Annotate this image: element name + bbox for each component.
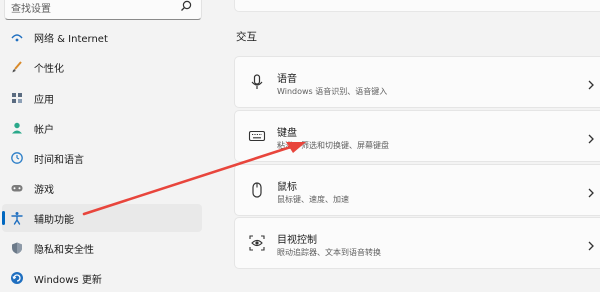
sidebar-item-network[interactable]: 网络 & Internet xyxy=(2,23,202,51)
globe-clock-icon xyxy=(10,151,24,165)
update-icon xyxy=(10,271,24,285)
sidebar-item-label: 隐私和安全性 xyxy=(34,244,94,256)
microphone-icon xyxy=(248,73,266,91)
sidebar-item-apps[interactable]: 应用 xyxy=(2,84,202,112)
sidebar-item-label: 辅助功能 xyxy=(34,214,74,226)
selection-indicator xyxy=(2,211,5,225)
sidebar-item-accessibility[interactable]: 辅助功能 xyxy=(2,204,202,232)
search-icon[interactable] xyxy=(179,0,193,12)
sidebar-item-label: 网络 & Internet xyxy=(34,33,108,45)
sidebar-item-privacy-security[interactable]: 隐私和安全性 xyxy=(2,234,202,262)
card-subtitle: 鼠标键、速度、加速 xyxy=(277,195,349,204)
chevron-right-icon xyxy=(587,76,595,90)
sidebar-item-label: 时间和语言 xyxy=(34,154,84,166)
search-input[interactable]: 查找设置 xyxy=(4,0,202,20)
eye-control-icon xyxy=(248,234,266,252)
sidebar-item-label: 游戏 xyxy=(34,184,54,196)
section-title: 交互 xyxy=(236,31,257,43)
sidebar-item-accounts[interactable]: 帐户 xyxy=(2,114,202,142)
sidebar-item-windows-update[interactable]: Windows 更新 xyxy=(2,264,202,292)
accessibility-icon xyxy=(10,211,24,225)
keyboard-card[interactable]: 键盘 粘滞、筛选和切换键、屏幕键盘 xyxy=(234,110,600,162)
sidebar-item-label: 帐户 xyxy=(34,124,54,136)
sidebar: 查找设置 网络 & Internet 个性化 应用 帐户 时间和语言 游戏 辅助… xyxy=(0,0,214,286)
account-icon xyxy=(10,121,24,135)
chevron-right-icon xyxy=(587,237,595,251)
sidebar-item-label: 应用 xyxy=(34,94,54,106)
card-title: 目视控制 xyxy=(277,235,317,246)
eye-control-card[interactable]: 目视控制 眼动追踪器、文本到语音转换 xyxy=(234,217,600,269)
brush-icon xyxy=(10,60,24,74)
sidebar-item-personalization[interactable]: 个性化 xyxy=(2,53,202,81)
card-title: 鼠标 xyxy=(277,182,297,193)
search-placeholder: 查找设置 xyxy=(11,4,51,15)
gamepad-icon xyxy=(10,181,24,195)
chevron-right-icon xyxy=(587,184,595,198)
mouse-icon xyxy=(248,181,266,199)
speech-card[interactable]: 语音 Windows 语音识别、语音键入 xyxy=(234,56,600,108)
sidebar-item-gaming[interactable]: 游戏 xyxy=(2,174,202,202)
sidebar-item-label: Windows 更新 xyxy=(34,274,102,286)
keyboard-icon xyxy=(248,127,266,145)
shield-icon xyxy=(10,241,24,255)
apps-icon xyxy=(10,91,24,105)
chevron-right-icon xyxy=(587,130,595,144)
card-subtitle: 粘滞、筛选和切换键、屏幕键盘 xyxy=(277,141,389,150)
main-content: 交互 语音 Windows 语音识别、语音键入 键盘 粘滞、筛选和切换键、屏幕键… xyxy=(214,0,600,286)
card-title: 键盘 xyxy=(277,128,297,139)
mouse-card[interactable]: 鼠标 鼠标键、速度、加速 xyxy=(234,164,600,216)
card-subtitle: 眼动追踪器、文本到语音转换 xyxy=(277,248,381,257)
previous-settings-card[interactable] xyxy=(234,0,600,12)
card-title: 语音 xyxy=(277,74,297,85)
sidebar-item-label: 个性化 xyxy=(34,63,64,75)
card-subtitle: Windows 语音识别、语音键入 xyxy=(277,87,388,96)
network-icon xyxy=(10,30,24,44)
sidebar-item-time-language[interactable]: 时间和语言 xyxy=(2,144,202,172)
